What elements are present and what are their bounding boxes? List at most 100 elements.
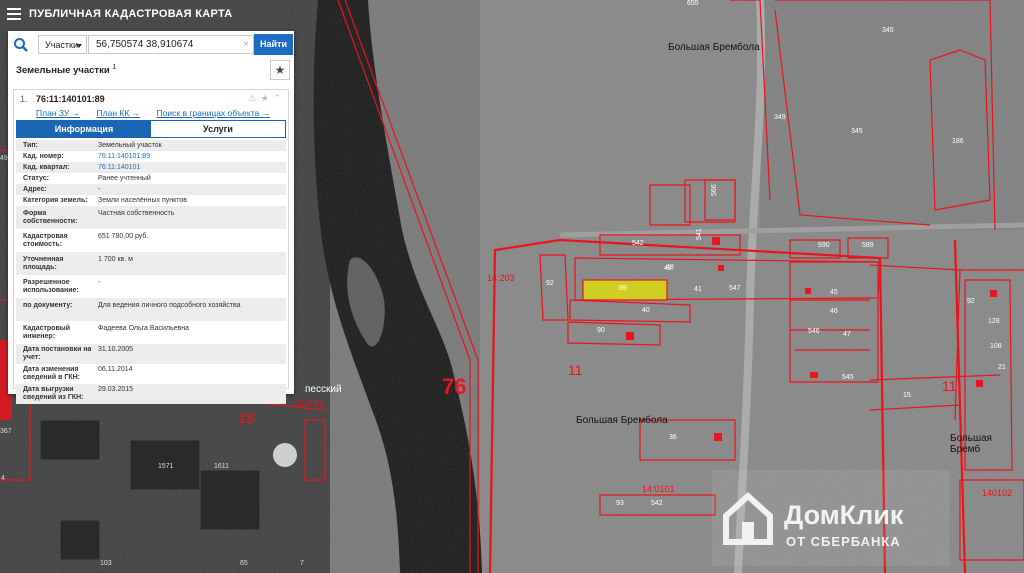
attribute-row: Категория земель: Земли населённых пункто… [16,195,286,206]
parcel-number-label: 345 [851,128,863,135]
search-input-value: 56,750574 38,910674 [96,39,194,50]
chevron-up-icon[interactable]: ⌃ [273,93,282,103]
attribute-value: Ранее учтенный [98,175,151,182]
star-icon[interactable]: ★ [261,93,270,103]
menu-icon[interactable] [7,8,21,20]
parcel-number-label: 90 [597,327,605,334]
attribute-label: Тип: [23,142,38,149]
attribute-row: Дата постановки на учет: 31.10.2005 [16,344,286,364]
attribute-row: Разрешенное использование: - [16,275,286,298]
parcel-number-label: 186 [952,138,964,145]
parcel-number-label: 4 [1,475,5,482]
attribute-row: Уточненная площадь: 1 700 кв. м [16,252,286,275]
warning-icon[interactable]: ⚠ [248,93,257,103]
card-actions: ⚠ ★ ⌃ [248,93,282,104]
attribute-label: Кад. квартал: [23,164,70,171]
attribute-value[interactable]: 76:11:140101:89 [98,153,278,161]
attribute-value: 06.11.2014 [98,366,133,373]
parcel-number-label: 367 [0,428,12,435]
find-button[interactable]: Найти [254,34,293,55]
attribute-row: Статус: Ранее учтенный [16,173,286,184]
attribute-label: Форма собственности: [23,210,78,225]
parcel-number-label: 566 [711,184,718,196]
parcel-number-label: 542 [632,240,644,247]
search-input[interactable]: 56,750574 38,910674 × [88,35,254,54]
place-label: песский [305,384,342,395]
house-logo-icon [723,491,773,545]
parcel-number-label: 89 [619,285,627,292]
attribute-label: по документу: [23,302,73,309]
parcel-number-label: 547 [729,285,741,292]
search-in-bounds-link[interactable]: Поиск в границах объекта → [157,108,271,118]
quarter-label: 14:0101 [642,484,675,494]
tab-services[interactable]: Услуги [151,121,285,137]
search-icon[interactable] [13,37,29,53]
parcel-number-label: 590 [818,242,830,249]
attribute-value: 29.03.2015 [98,386,134,393]
favorite-button[interactable]: ★ [270,60,290,80]
attribute-row: Кадастровый инженер: Фадеева Ольга Василь… [16,321,286,344]
result-tabs: Информация Услуги [16,120,286,138]
result-header: 1. 76:11:140101:89 [20,94,105,104]
star-icon: ★ [274,63,286,77]
attribute-row: Кад. номер: 76:11:140101:89 [16,151,286,162]
section-title: Земельные участки 1 [16,64,117,77]
attribute-label: Уточненная площадь: [23,256,64,271]
plan-zu-link[interactable]: План ЗУ → [36,108,80,118]
parcel-number-label: 36 [669,434,677,441]
attribute-label: Дата изменения сведений в ГКН: [23,366,80,381]
result-links: План ЗУ → План КК → Поиск в границах объ… [36,108,284,118]
attribute-row: Кадастровая стоимость: 651 780,00 руб. [16,229,286,252]
parcel-number-label: 7 [300,560,304,567]
info-panel: Участки 56,750574 38,910674 × Найти Земе… [8,31,294,404]
attribute-label: Дата постановки на учет: [23,346,92,361]
parcel-number-label: 65 [240,560,248,567]
attribute-row: Тип: Земельный участок [16,140,286,151]
attribute-value: Фадеева Ольга Васильевна [98,325,189,332]
place-label: Большая Брембола [668,42,760,53]
district-label: 11 [568,362,583,378]
parcel-number-label: 1611 [214,463,230,470]
app-header: ПУБЛИЧНАЯ КАДАСТРОВАЯ КАРТА [0,0,330,28]
attribute-label: Статус: [23,175,49,182]
app-title: ПУБЛИЧНАЯ КАДАСТРОВАЯ КАРТА [29,8,233,20]
result-card: 1. 76:11:140101:89 ⚠ ★ ⌃ План ЗУ → План … [13,89,289,404]
parcel-number-label: 21 [998,364,1006,371]
attribute-value: - [98,279,101,286]
parcel-number-label: 108 [990,343,1002,350]
attribute-row: Форма собственности: Частная собственност… [16,206,286,229]
search-bar: Участки 56,750574 38,910674 × Найти [8,31,294,59]
district-label: 18 [238,410,255,427]
parcel-number-label: 103 [100,560,112,567]
attribute-label: Кадастровый инженер: [23,325,71,340]
attribute-label: Разрешенное использование: [23,279,79,294]
district-label: 11 [942,378,957,394]
parcel-number-label: 93 [616,500,624,507]
parcel-number-label: 92 [546,280,554,287]
parcel-number-label: 41 [694,286,702,293]
attribute-value: 1 700 кв. м [98,256,133,263]
parcel-number-label: 45 [830,289,838,296]
attribute-row: Адрес: - [16,184,286,195]
result-cadastral-number[interactable]: 76:11:140101:89 [36,94,105,104]
attribute-row: Кад. квартал: 76:11:140101 [16,162,286,173]
attribute-value: Частная собственность [98,210,175,217]
clear-icon[interactable]: × [243,36,249,53]
parcel-number-label: 92 [967,298,975,305]
attribute-value[interactable]: 76:11:140101 [98,164,278,172]
tab-information[interactable]: Информация [17,121,151,137]
parcel-number-label: 545 [842,374,854,381]
search-type-select[interactable]: Участки [38,35,87,54]
attribute-label: Адрес: [23,186,47,193]
search-type-value: Участки [45,40,78,50]
chevron-down-icon [76,44,82,48]
attribute-row: Дата выгрузки сведений из ГКН: 29.03.2015 [16,384,286,404]
parcel-number-label: 349 [774,114,786,121]
quarter-label: 14:203 [487,273,515,283]
quarter-label: 011001 [295,398,325,408]
watermark-brand: ДомКлик [784,500,904,530]
parcel-number-label: 15 [903,392,911,399]
parcel-number-label: 47 [843,331,851,338]
attribute-value: 651 780,00 руб. [98,233,149,240]
plan-kk-link[interactable]: План КК → [97,108,141,118]
